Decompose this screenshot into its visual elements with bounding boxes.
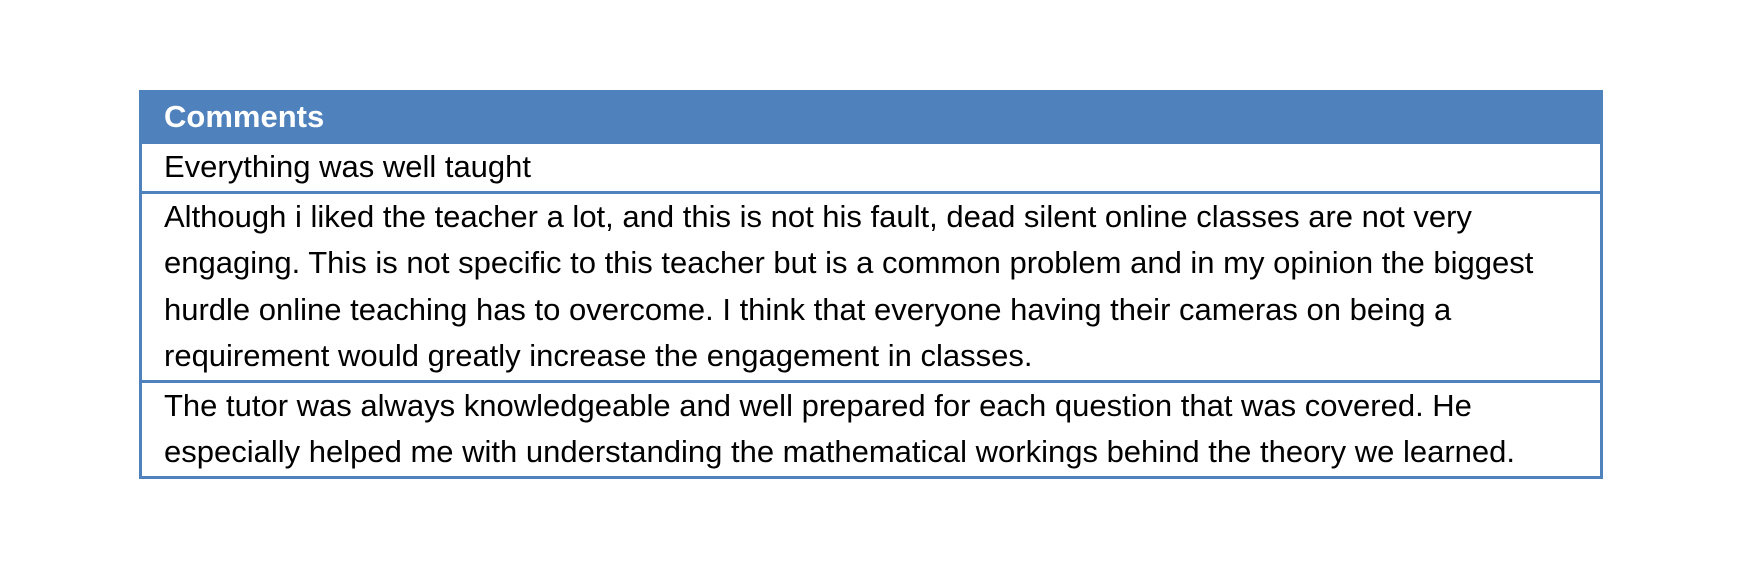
header-row: Comments [139, 90, 1603, 144]
comment-cell: Everything was well taught [139, 141, 1603, 194]
comment-cell: The tutor was always knowledgeable and w… [139, 379, 1603, 479]
comment-cell: Although i liked the teacher a lot, and … [139, 190, 1603, 383]
comments-table: Comments Everything was well taught Alth… [139, 90, 1603, 479]
table-header: Comments [139, 90, 1603, 144]
table-row: The tutor was always knowledgeable and w… [139, 379, 1603, 479]
table-row: Everything was well taught [139, 141, 1603, 194]
table-row: Although i liked the teacher a lot, and … [139, 190, 1603, 383]
table-body: Everything was well taught Although i li… [139, 141, 1603, 479]
comments-header-cell: Comments [139, 90, 1603, 144]
